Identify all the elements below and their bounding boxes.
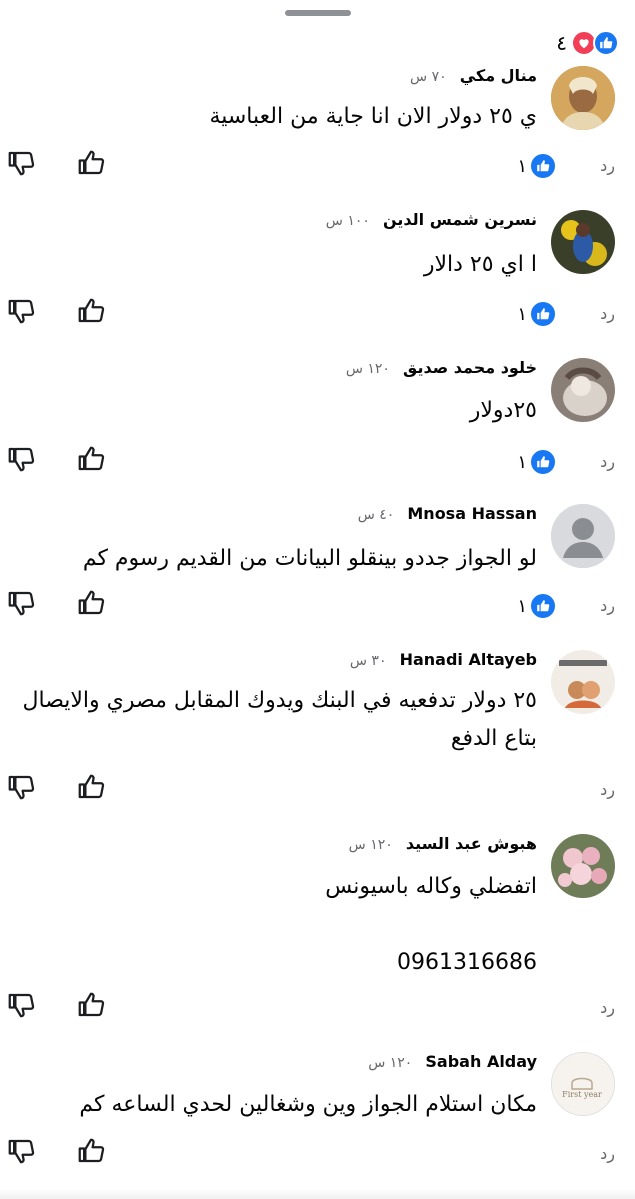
comment-text: ا اي ٢٥ دالار [424, 246, 537, 284]
comment-text: ٢٥دولار [470, 392, 537, 430]
comment-actions: رد ١ [0, 444, 635, 484]
thumbs-down-icon[interactable] [6, 1136, 36, 1166]
commenter-name[interactable]: هبوش عبد السيد [406, 834, 537, 853]
thumbs-down-icon[interactable] [6, 772, 36, 802]
comment-text-line: بتاع الدفع [450, 726, 537, 751]
like-icon [529, 448, 557, 476]
comment-meta: Hanadi Altayeb ٣٠ س [350, 650, 537, 669]
comment-text: ٢٥ دولار تدفعيه في البنك ويدوك المقابل م… [17, 682, 538, 758]
comment-time: ٣٠ س [349, 653, 387, 669]
thumbs-up-icon[interactable] [76, 1136, 106, 1166]
thumbs-up-icon[interactable] [76, 588, 106, 618]
thumbs-up-icon[interactable] [76, 990, 106, 1020]
like-icon [529, 300, 557, 328]
like-count-number: ١ [517, 595, 527, 617]
comment-text-line [325, 906, 537, 944]
comment-text-line: مكان استلام الجواز وين وشغالين لحدي السا… [79, 1092, 537, 1117]
comment-like-count[interactable]: ١ [517, 152, 557, 180]
comment-actions: رد ١ [0, 588, 635, 628]
reply-button[interactable]: رد [600, 596, 615, 615]
comment-time: ١٢٠ س [368, 1055, 413, 1071]
comment-text-line: ي ٢٥ دولار الان انا جاية من العباسية [209, 104, 537, 129]
reply-button[interactable]: رد [600, 998, 615, 1017]
reply-button[interactable]: رد [600, 156, 615, 175]
comment-like-count[interactable]: ١ [517, 300, 557, 328]
comment-meta: نسرين شمس الدين ١٠٠ س [326, 210, 537, 229]
comment-text-line: 0961316686 [397, 950, 537, 975]
reply-button[interactable]: رد [600, 452, 615, 471]
thumbs-up-icon[interactable] [76, 296, 106, 326]
comment-time: ١٠٠ س [325, 213, 370, 229]
thumbs-up-icon[interactable] [76, 444, 106, 474]
commenter-name[interactable]: Sabah Alday [425, 1052, 537, 1071]
comment-text: اتفضلي وكاله باسيونس 0961316686 [325, 868, 537, 982]
thumbs-up-icon[interactable] [76, 772, 106, 802]
comment-text-line: ا اي ٢٥ دالار [423, 252, 537, 277]
sheet-drag-handle[interactable] [285, 10, 351, 16]
avatar[interactable] [551, 358, 615, 422]
thumbs-down-icon[interactable] [6, 148, 36, 178]
comment-like-count[interactable]: ١ [517, 592, 557, 620]
thumbs-down-icon[interactable] [6, 296, 36, 326]
avatar[interactable] [551, 504, 615, 568]
comment-text-line: ٢٥دولار [469, 398, 537, 423]
comment-time: ٤٠ س [357, 507, 395, 523]
commenter-name[interactable]: Mnosa Hassan [407, 504, 537, 523]
avatar[interactable] [551, 66, 615, 130]
comment-text: مكان استلام الجواز وين وشغالين لحدي السا… [79, 1086, 537, 1124]
comment-actions: رد [0, 990, 635, 1030]
comment-actions: رد [0, 1136, 635, 1176]
avatar[interactable]: First year [551, 1052, 615, 1116]
thumbs-down-icon[interactable] [6, 588, 36, 618]
commenter-name[interactable]: منال مكي [460, 66, 537, 85]
comment-meta: Mnosa Hassan ٤٠ س [358, 504, 537, 523]
comment-time: ١٢٠ س [345, 361, 390, 377]
comment-time: ١٢٠ س [348, 837, 393, 853]
like-icon [529, 152, 557, 180]
comment-meta: خلود محمد صديق ١٢٠ س [346, 358, 537, 377]
comment-meta: منال مكي ٧٠ س [410, 66, 537, 85]
comment-like-count[interactable]: ١ [517, 448, 557, 476]
avatar[interactable] [551, 834, 615, 898]
comment-text: لو الجواز جددو بينقلو البيانات من القديم… [83, 540, 537, 578]
comment-time: ٧٠ س [410, 69, 447, 85]
avatar-caption: First year [562, 1090, 602, 1099]
reply-button[interactable]: رد [600, 304, 615, 323]
like-count-number: ١ [517, 303, 527, 325]
like-count-number: ١ [517, 451, 527, 473]
like-icon [529, 592, 557, 620]
comment-text-line: ٢٥ دولار تدفعيه في البنك ويدوك المقابل م… [22, 688, 538, 713]
avatar[interactable] [551, 210, 615, 274]
comment-meta: Sabah Alday ١٢٠ س [368, 1052, 537, 1071]
comment-actions: رد ١ [0, 296, 635, 336]
reply-button[interactable]: رد [600, 1144, 615, 1163]
commenter-name[interactable]: Hanadi Altayeb [400, 650, 537, 669]
comment-actions: رد ١ [0, 148, 635, 188]
avatar[interactable] [551, 650, 615, 714]
comment-meta: هبوش عبد السيد ١٢٠ س [349, 834, 537, 853]
thumbs-down-icon[interactable] [6, 990, 36, 1020]
bottom-fade [0, 1189, 635, 1199]
comment-text: ي ٢٥ دولار الان انا جاية من العباسية [209, 98, 537, 136]
thumbs-up-icon[interactable] [76, 148, 106, 178]
reactions-summary[interactable]: ٤ [556, 30, 619, 56]
like-icon [593, 30, 619, 56]
thumbs-down-icon[interactable] [6, 444, 36, 474]
comment-text-line: اتفضلي وكاله باسيونس [325, 874, 537, 899]
comment-text-line: لو الجواز جددو بينقلو البيانات من القديم… [82, 546, 537, 571]
reactions-count: ٤ [556, 31, 567, 55]
commenter-name[interactable]: خلود محمد صديق [403, 358, 537, 377]
comment-actions: رد [0, 772, 635, 812]
commenter-name[interactable]: نسرين شمس الدين [383, 210, 537, 229]
reply-button[interactable]: رد [600, 780, 615, 799]
like-count-number: ١ [517, 155, 527, 177]
